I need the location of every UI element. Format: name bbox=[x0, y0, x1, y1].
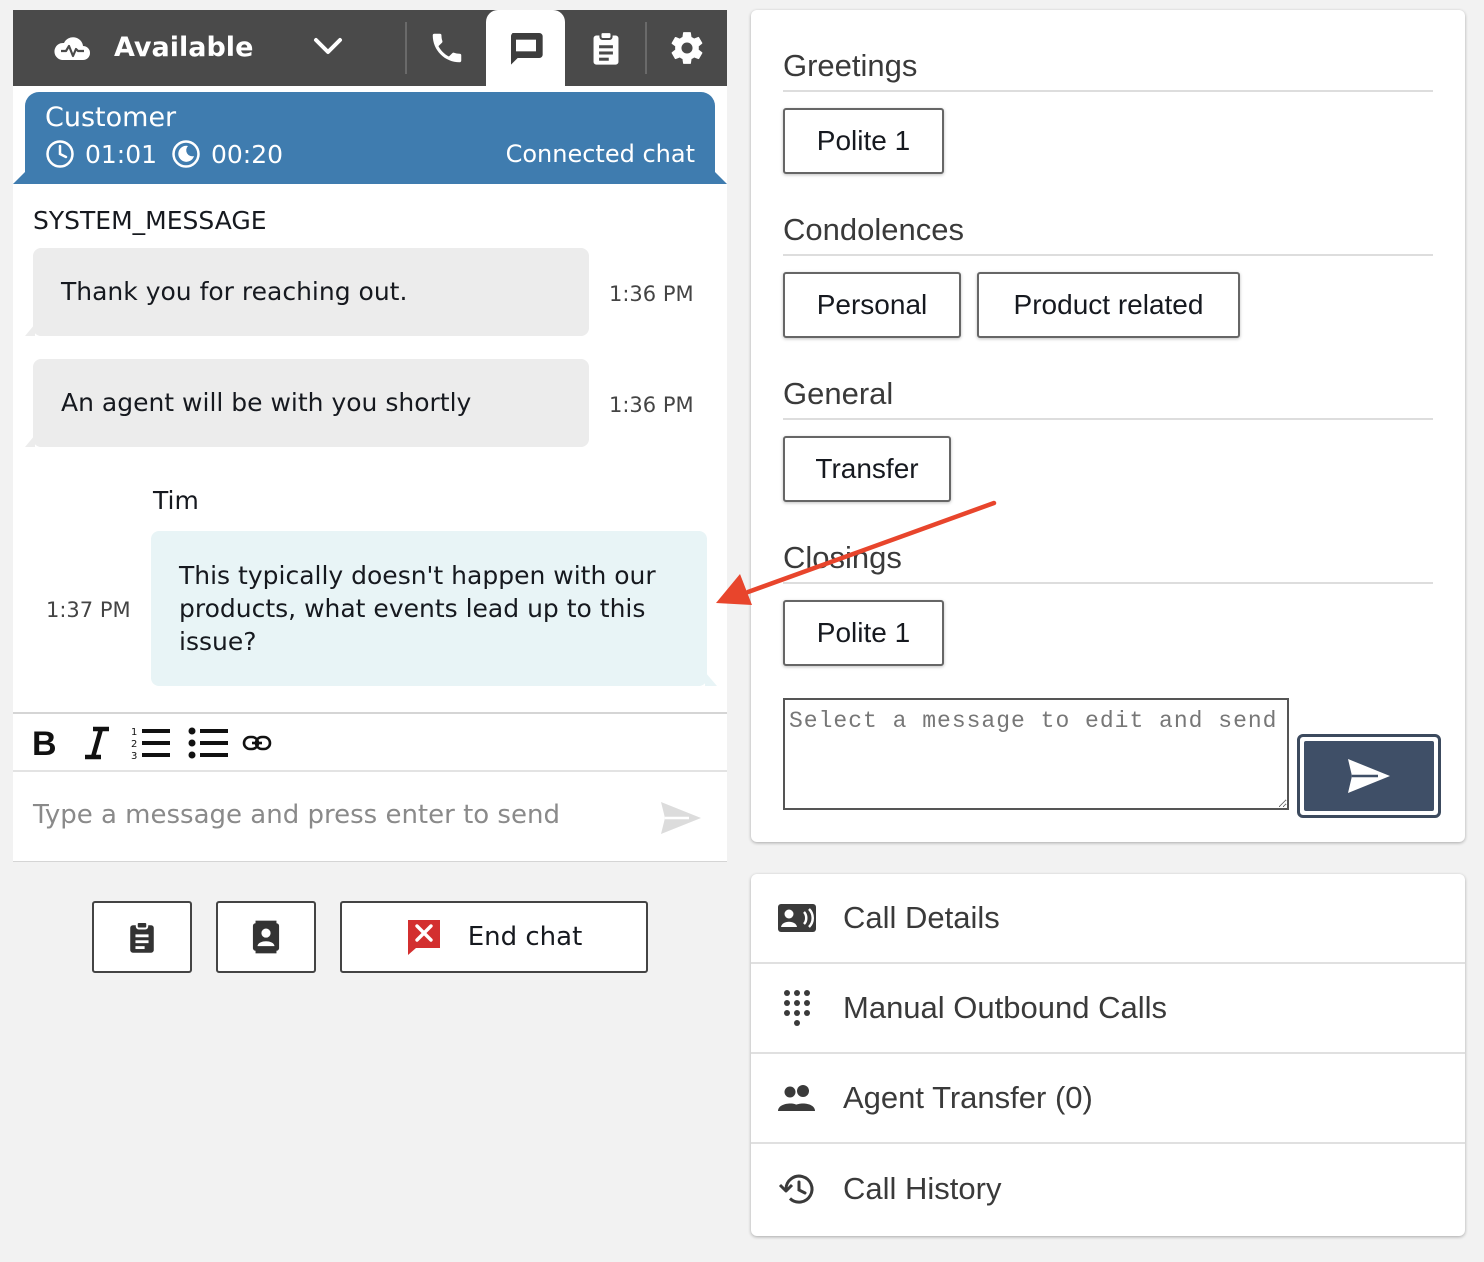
italic-icon bbox=[83, 726, 111, 760]
bulleted-list-icon bbox=[188, 725, 230, 761]
svg-text:1: 1 bbox=[131, 727, 137, 738]
incoming-message: An agent will be with you shortly bbox=[25, 359, 589, 447]
link-button[interactable] bbox=[241, 724, 273, 762]
bulleted-list-button[interactable] bbox=[187, 724, 231, 762]
send-quick-response-button[interactable] bbox=[1297, 734, 1441, 818]
section-divider bbox=[783, 418, 1433, 420]
menu-item-label: Call History bbox=[843, 1171, 1002, 1206]
numbered-list-button[interactable]: 1 2 3 bbox=[129, 724, 173, 762]
contact-control-panel: Available Customer 01:01 00:20 Connected… bbox=[13, 10, 727, 862]
agent-name: Tim bbox=[153, 486, 199, 515]
state-timer: 00:20 bbox=[171, 139, 283, 169]
menu-item-manual-outbound-calls[interactable]: Manual Outbound Calls bbox=[751, 964, 1465, 1054]
menu-item-label: Call Details bbox=[843, 900, 1000, 935]
quick-response-product-related[interactable]: Product related bbox=[977, 272, 1240, 338]
quick-response-closings-polite-1[interactable]: Polite 1 bbox=[783, 600, 944, 666]
quick-response-transfer[interactable]: Transfer bbox=[783, 436, 951, 502]
outgoing-message: This typically doesn't happen with our p… bbox=[151, 531, 717, 686]
agent-status-label: Available bbox=[114, 32, 254, 63]
history-icon bbox=[751, 1172, 843, 1206]
toolbar-divider bbox=[405, 22, 407, 74]
menu-item-call-details[interactable]: Call Details bbox=[751, 874, 1465, 964]
total-timer-value: 01:01 bbox=[85, 139, 158, 169]
system-message-label: SYSTEM_MESSAGE bbox=[33, 206, 267, 235]
chevron-down-icon bbox=[313, 36, 343, 56]
total-timer: 01:01 bbox=[45, 139, 157, 169]
send-icon bbox=[1346, 757, 1392, 795]
chat-icon bbox=[506, 28, 546, 68]
end-chat-label: End chat bbox=[467, 922, 583, 952]
section-heading-closings: Closings bbox=[783, 540, 902, 575]
end-chat-icon bbox=[406, 918, 442, 956]
message-timestamp: 1:36 PM bbox=[609, 282, 694, 306]
clipboard-icon bbox=[589, 30, 623, 66]
message-timestamp: 1:36 PM bbox=[609, 393, 694, 417]
italic-button[interactable] bbox=[81, 724, 113, 762]
settings-button[interactable] bbox=[647, 10, 727, 86]
chat-transcript[interactable]: SYSTEM_MESSAGE Thank you for reaching ou… bbox=[13, 186, 727, 714]
svg-text:3: 3 bbox=[131, 751, 137, 761]
tools-menu: Call Details Manual Outbound Calls Agent… bbox=[751, 874, 1465, 1236]
state-timer-value: 00:20 bbox=[211, 139, 284, 169]
clipboard-icon bbox=[126, 920, 158, 954]
agent-status-dropdown[interactable]: Available bbox=[13, 10, 405, 86]
dialpad-icon bbox=[751, 988, 843, 1028]
quick-response-editor[interactable] bbox=[783, 698, 1289, 810]
menu-item-label: Agent Transfer (0) bbox=[843, 1080, 1093, 1115]
format-toolbar: B 1 2 3 bbox=[13, 714, 727, 772]
contact-info-button[interactable] bbox=[216, 901, 316, 973]
bold-icon: B bbox=[30, 726, 56, 760]
end-chat-button[interactable]: End chat bbox=[340, 901, 648, 973]
link-icon bbox=[242, 734, 272, 752]
quick-response-personal[interactable]: Personal bbox=[783, 272, 961, 338]
contact-header: Customer 01:01 00:20 Connected chat bbox=[13, 92, 727, 184]
section-divider bbox=[783, 90, 1433, 92]
menu-item-label: Manual Outbound Calls bbox=[843, 990, 1167, 1025]
send-button-face bbox=[1304, 741, 1434, 811]
people-icon bbox=[751, 1084, 843, 1112]
section-heading-condolences: Condolences bbox=[783, 212, 964, 247]
tab-tasks[interactable] bbox=[568, 10, 644, 86]
send-icon bbox=[659, 800, 703, 836]
message-composer: B 1 2 3 Type a message and press enter t… bbox=[13, 712, 727, 862]
quick-response-greetings-polite-1[interactable]: Polite 1 bbox=[783, 108, 944, 174]
clock-icon bbox=[45, 139, 85, 169]
top-toolbar: Available bbox=[13, 10, 727, 86]
contact-name: Customer bbox=[45, 102, 177, 133]
gear-icon bbox=[668, 29, 706, 67]
menu-item-agent-transfer[interactable]: Agent Transfer (0) bbox=[751, 1054, 1465, 1144]
cloud-status-icon bbox=[53, 34, 91, 64]
section-heading-greetings: Greetings bbox=[783, 48, 918, 83]
incoming-message: Thank you for reaching out. bbox=[25, 248, 589, 336]
tab-chat[interactable] bbox=[486, 10, 565, 86]
section-divider bbox=[783, 582, 1433, 584]
tasks-button[interactable] bbox=[92, 901, 192, 973]
contact-state: Connected chat bbox=[505, 140, 695, 168]
section-divider bbox=[783, 254, 1433, 256]
moon-timer-icon bbox=[171, 139, 211, 169]
contact-card-icon bbox=[250, 920, 282, 954]
svg-text:B: B bbox=[32, 726, 56, 760]
svg-text:2: 2 bbox=[131, 739, 137, 750]
chat-message-input[interactable]: Type a message and press enter to send bbox=[33, 800, 633, 830]
numbered-list-icon: 1 2 3 bbox=[130, 725, 172, 761]
menu-item-call-history[interactable]: Call History bbox=[751, 1144, 1465, 1234]
send-message-button[interactable] bbox=[659, 800, 703, 836]
tab-phone[interactable] bbox=[408, 10, 486, 86]
contact-card-icon bbox=[751, 903, 843, 933]
bold-button[interactable]: B bbox=[27, 724, 59, 762]
phone-icon bbox=[428, 29, 466, 67]
section-heading-general: General bbox=[783, 376, 894, 411]
quick-responses-panel: Greetings Polite 1 Condolences Personal … bbox=[751, 10, 1465, 842]
message-timestamp: 1:37 PM bbox=[46, 598, 131, 622]
